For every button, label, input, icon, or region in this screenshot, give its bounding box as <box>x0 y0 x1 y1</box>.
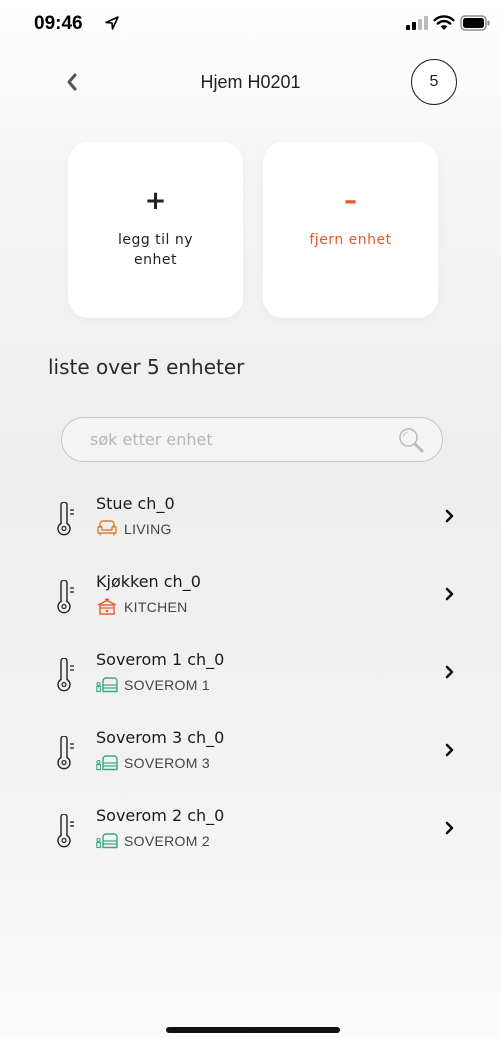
bed-icon <box>96 677 118 693</box>
device-count-badge[interactable]: 5 <box>411 59 457 105</box>
status-time: 09:46 <box>34 13 83 34</box>
device-name: Kjøkken ch_0 <box>96 572 201 591</box>
remove-device-card[interactable]: – fjern enhet <box>263 142 438 318</box>
home-indicator[interactable] <box>166 1027 340 1033</box>
location-arrow-icon <box>105 16 119 30</box>
kitchen-icon <box>97 598 117 615</box>
list-item[interactable]: Soverom 2 ch_0 SOVEROM 2 <box>0 800 501 866</box>
search-input[interactable] <box>90 418 390 460</box>
device-name: Soverom 2 ch_0 <box>96 806 225 825</box>
minus-icon: – <box>344 186 357 216</box>
device-name: Stue ch_0 <box>96 494 175 513</box>
bed-icon <box>96 833 118 849</box>
device-name: Soverom 3 ch_0 <box>96 728 225 747</box>
wifi-icon <box>433 15 455 30</box>
thermometer-icon <box>57 814 74 848</box>
chevron-right-icon <box>445 821 454 835</box>
thermometer-icon <box>57 502 74 536</box>
chevron-right-icon <box>445 587 454 601</box>
add-device-label: legg til ny enhet <box>117 232 194 268</box>
search-icon[interactable] <box>398 427 424 453</box>
list-item[interactable]: Soverom 3 ch_0 SOVEROM 3 <box>0 722 501 788</box>
chevron-right-icon <box>445 665 454 679</box>
room-label: LIVING <box>124 521 172 537</box>
cellular-signal-icon <box>406 16 428 30</box>
chevron-right-icon <box>445 509 454 523</box>
room-label: SOVEROM 2 <box>124 833 210 849</box>
thermometer-icon <box>57 580 74 614</box>
list-item[interactable]: Stue ch_0 LIVING <box>0 488 501 554</box>
bed-icon <box>96 755 118 771</box>
sofa-icon <box>97 520 117 536</box>
room-label: KITCHEN <box>124 599 188 615</box>
device-name: Soverom 1 ch_0 <box>96 650 225 669</box>
thermometer-icon <box>57 658 74 692</box>
list-item[interactable]: Kjøkken ch_0 KITCHEN <box>0 566 501 632</box>
remove-device-label: fjern enhet <box>309 232 392 248</box>
list-item[interactable]: Soverom 1 ch_0 SOVEROM 1 <box>0 644 501 710</box>
navigation-header: Hjem H0201 5 <box>0 56 501 108</box>
room-label: SOVEROM 3 <box>124 755 210 771</box>
battery-icon <box>460 15 490 31</box>
device-list-heading: liste over 5 enheter <box>48 355 245 379</box>
plus-icon: + <box>144 186 167 216</box>
thermometer-icon <box>57 736 74 770</box>
chevron-right-icon <box>445 743 454 757</box>
add-device-card[interactable]: + legg til ny enhet <box>68 142 243 318</box>
device-search <box>61 417 443 462</box>
status-bar: 09:46 <box>0 0 501 44</box>
room-label: SOVEROM 1 <box>124 677 210 693</box>
